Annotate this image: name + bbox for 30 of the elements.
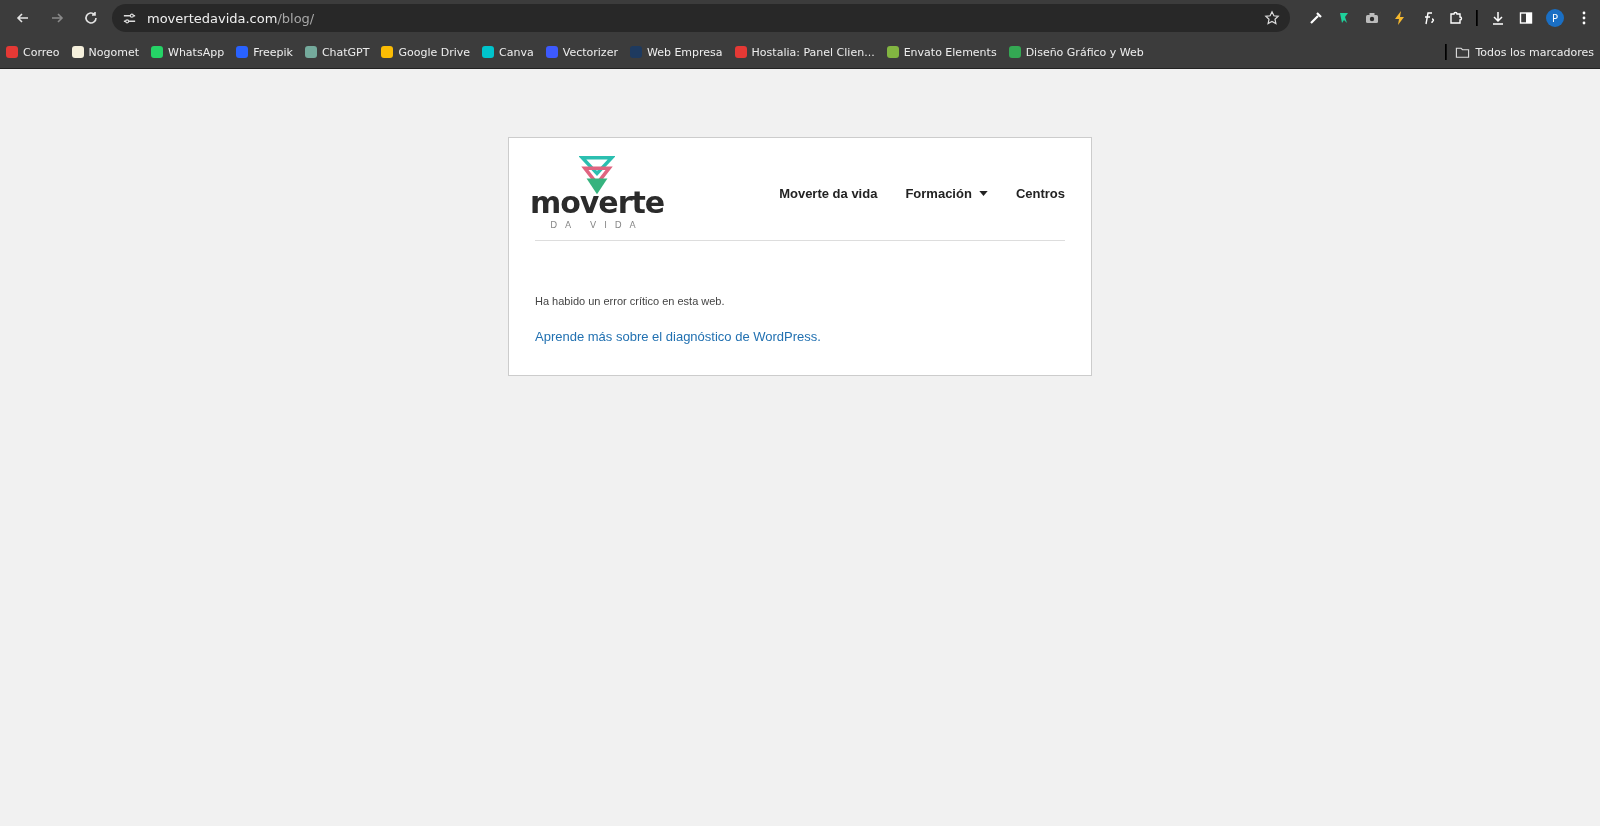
bookmark-link[interactable]: Freepik: [236, 45, 293, 59]
nav-link[interactable]: Formación: [905, 185, 988, 201]
bookmark-link[interactable]: Envato Elements: [886, 45, 997, 59]
reload-icon[interactable]: [83, 10, 99, 26]
bookmark-link[interactable]: WhatsApp: [151, 45, 225, 59]
bookmark-link[interactable]: Web Empresa: [629, 45, 723, 59]
bookmark-link[interactable]: Nogomet: [71, 45, 139, 59]
address-bar[interactable]: movertedavida.com/blog/: [112, 4, 1290, 32]
download-icon[interactable]: [1490, 10, 1506, 26]
camera-icon[interactable]: [1364, 10, 1380, 26]
logo-tagline: DA VIDA: [550, 220, 644, 230]
bookmark-link[interactable]: Diseño Gráfico y Web: [1008, 45, 1144, 59]
nav-link[interactable]: Moverte da vida: [779, 185, 878, 201]
error-message: Ha habido un error crítico en esta web.: [535, 295, 726, 307]
bookmark-link[interactable]: Google Drive: [381, 45, 471, 59]
nav-link[interactable]: Centros: [1015, 185, 1065, 201]
logo-wordmark[interactable]: moverte: [529, 188, 665, 218]
side-panel-icon[interactable]: [1518, 10, 1534, 26]
help-link[interactable]: Aprende más sobre el diagnóstico de WordPress.: [535, 329, 821, 344]
bookmark-link[interactable]: Canva: [482, 45, 534, 59]
puzzle-icon[interactable]: [1448, 10, 1464, 26]
url-text: movertedavida.com/blog/: [147, 10, 316, 26]
bookmark-link[interactable]: Hostalia: Panel Clien...: [734, 45, 875, 59]
bookmark-link[interactable]: Vectorizer: [545, 45, 618, 59]
bookmark-link[interactable]: ChatGPT: [304, 45, 370, 59]
star-icon[interactable]: [1264, 10, 1280, 26]
caret-icon: [978, 190, 988, 196]
profile-avatar[interactable]: P: [1546, 9, 1564, 27]
bookmark-link[interactable]: Correo: [6, 45, 60, 59]
all-bookmarks-link[interactable]: Todos los marcadores: [1455, 44, 1594, 60]
